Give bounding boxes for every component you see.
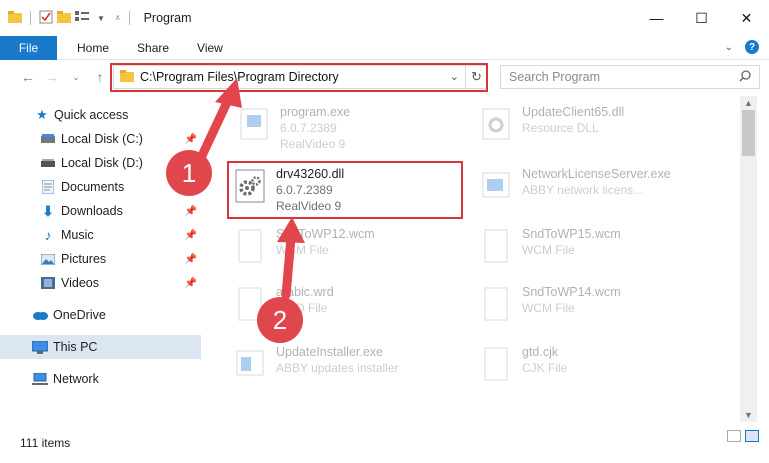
item-count: 111 items [20,435,71,450]
arrow-to-file [277,217,305,300]
scroll-down-icon[interactable]: ▼ [744,410,753,420]
arrow-to-address-bar [195,78,242,165]
status-bar: 111 items [0,422,769,463]
details-view-icon[interactable] [727,430,741,442]
step-badge-1: 1 [166,150,212,196]
annotation-arrows [195,78,305,300]
step-badge-2: 2 [257,297,303,343]
large-icons-view-icon[interactable] [745,430,759,442]
scroll-thumb[interactable] [742,110,755,156]
vertical-scrollbar[interactable]: ▲ ▼ [740,96,757,422]
view-toggle [727,430,759,442]
scroll-up-icon[interactable]: ▲ [744,98,753,108]
